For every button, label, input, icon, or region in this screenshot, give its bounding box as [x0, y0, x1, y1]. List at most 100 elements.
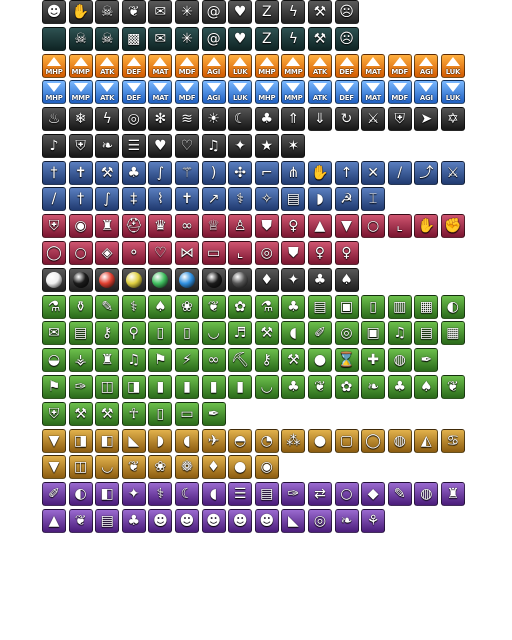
- axe-glyph: ⚒: [100, 164, 114, 181]
- portrait-icon: ☻: [42, 0, 66, 24]
- stat-label: LUK: [232, 67, 248, 76]
- zzz-glyph: Z: [261, 30, 272, 47]
- scroll-glyph: ☰: [233, 486, 247, 503]
- crescent-glyph: ☾: [180, 486, 194, 503]
- doc-icon: ▯: [174, 321, 199, 346]
- glove-glyph: ✋: [417, 218, 436, 235]
- claw-glyph: ⋔: [287, 164, 300, 181]
- arrow-up-icon: [339, 56, 354, 66]
- stat-label: MMP: [71, 67, 90, 76]
- cup-glyph: ◡: [101, 459, 114, 476]
- boots-icon: ⌞: [387, 214, 412, 239]
- sparkle-glyph: ✳: [181, 30, 193, 47]
- chisel-icon: ⚑: [148, 348, 173, 373]
- stat-label: ATK: [100, 94, 115, 103]
- open-book-icon: ▥: [387, 294, 412, 319]
- note-icon: ♫: [201, 133, 226, 158]
- stat-label: MDF: [391, 67, 409, 76]
- pendant-icon: ♡: [148, 241, 173, 266]
- leaf-blade-glyph: ❧: [340, 512, 353, 529]
- cabbage-icon: ❁: [174, 455, 199, 480]
- star-circle-glyph: ✡: [447, 111, 459, 128]
- icon-row: ✐ ◐ ◧ ✦ ⚕ ☾ ◖ ☰ ▤ ✑ ⇄ ○ ◆ ✎ ◍ ♜: [42, 482, 470, 509]
- mug-icon: ◫: [95, 374, 120, 399]
- wave-hand-icon: ✋: [68, 0, 93, 24]
- necklace-icon: ○: [361, 214, 386, 239]
- crossbow-glyph: ✣: [234, 164, 247, 181]
- laptop-glyph: ▭: [180, 405, 194, 422]
- stat-label: LUK: [232, 94, 248, 103]
- rank-down-glyph: ⇓: [314, 111, 326, 128]
- shield-green-glyph: ⛨: [48, 405, 60, 422]
- gauntlet-glyph: ✊: [444, 218, 462, 235]
- chain-icon: ∞: [201, 348, 226, 373]
- sword-icon: †: [42, 160, 66, 185]
- pin-icon: ⌶: [361, 187, 386, 212]
- stat-label: MAT: [152, 67, 169, 76]
- stat-label: DEF: [339, 67, 354, 76]
- stat-up-mat-icon: MAT: [148, 53, 173, 78]
- key-glyph: ⚷: [102, 325, 113, 342]
- halberd-icon: ⚔: [440, 160, 465, 185]
- icon-row: ✉ ▤ ⚷ ⚲ ▯ ▯ ◡ ♬ ⚒ ◖ ✐ ◎ ▣ ♫ ▤ ▦: [42, 321, 470, 348]
- water-stone-glyph: ♠: [340, 271, 353, 288]
- arrow-up-icon: [73, 56, 88, 66]
- sword-jeweled-glyph: ✝: [181, 191, 193, 208]
- jar-icon: ◨: [121, 374, 146, 399]
- spiral-glyph: @: [206, 30, 221, 47]
- icon-row: ☠ ☠ ▩ ✉ ✳ @ ♥ Zϟ ⚒ ☹: [42, 26, 470, 54]
- cheese-icon: ◣: [121, 428, 146, 453]
- spiral-icon: @: [201, 0, 226, 24]
- cabbage-glyph: ❁: [181, 459, 193, 476]
- grapes-glyph: ⁂: [286, 432, 301, 449]
- stat-down-agi-icon: AGI: [201, 80, 226, 105]
- icon-row: MHP MMP ATK DEF MAT MDF AGI LUK MHP MMP ATK DEF MAT M…: [42, 80, 470, 107]
- music-note-glyph: ♪: [49, 137, 59, 154]
- hammer-icon: ⚒: [281, 348, 306, 373]
- pot-glyph: ◒: [47, 352, 61, 369]
- glove-icon: ✋: [414, 214, 439, 239]
- rank-up-icon: ⇑: [281, 107, 306, 132]
- star-glyph: ★: [260, 137, 274, 154]
- jar-glyph: ◨: [127, 378, 141, 395]
- pot-icon: ◒: [42, 348, 66, 373]
- arrow-down-icon: [100, 83, 115, 93]
- pot-plant-icon: ♣: [281, 374, 306, 399]
- cup-glyph: ◡: [207, 325, 220, 342]
- katana-glyph: /: [397, 164, 403, 181]
- yellow-face-icon: ☻: [201, 508, 226, 533]
- rod-icon: ⚕: [228, 187, 253, 212]
- arrow-up-icon: [47, 56, 61, 66]
- bow-glyph: ): [210, 164, 217, 181]
- cross-icon: ✚: [361, 348, 386, 373]
- stat-down-luk-icon: LUK: [228, 80, 253, 105]
- orange-glyph: ◉: [260, 459, 273, 476]
- fire-glyph: ♨: [47, 111, 61, 128]
- green-face-icon: ☻: [228, 508, 253, 533]
- mask-glyph: ◎: [260, 245, 273, 262]
- stat-up-mhp-icon: MHP: [254, 53, 279, 78]
- red-orb-icon: [95, 267, 120, 292]
- tomato-glyph: ●: [234, 459, 247, 476]
- armor-glyph: ⛊: [261, 218, 273, 235]
- magnify-icon: ⚲: [121, 321, 146, 346]
- bread-loaf-icon: ◓: [228, 428, 253, 453]
- arrow-up-icon: [100, 56, 115, 66]
- sword-thin-icon: /: [42, 187, 66, 212]
- scroll-icon: ☰: [228, 482, 253, 507]
- stat-up-mdf-icon: MDF: [387, 53, 412, 78]
- bowl-glyph: ◡: [260, 378, 273, 395]
- chat-bubble-icon: ✉: [148, 0, 173, 24]
- tunic-glyph: ▼: [341, 218, 352, 235]
- card-scroll-icon: ▤: [95, 508, 120, 533]
- lance-glyph: ↗: [207, 191, 220, 208]
- arrow-tool-glyph: ⇄: [314, 486, 326, 503]
- nature-stone-icon: ♣: [307, 267, 332, 292]
- shield-round-icon: ◉: [68, 214, 93, 239]
- stat-up-mat-icon: MAT: [361, 53, 386, 78]
- feather-icon: ✐: [42, 482, 66, 507]
- earth-icon: ✻: [148, 107, 173, 132]
- spiral-icon: @: [201, 26, 226, 51]
- earring-glyph: ⚬: [127, 245, 140, 262]
- earring-icon: ⚬: [121, 241, 146, 266]
